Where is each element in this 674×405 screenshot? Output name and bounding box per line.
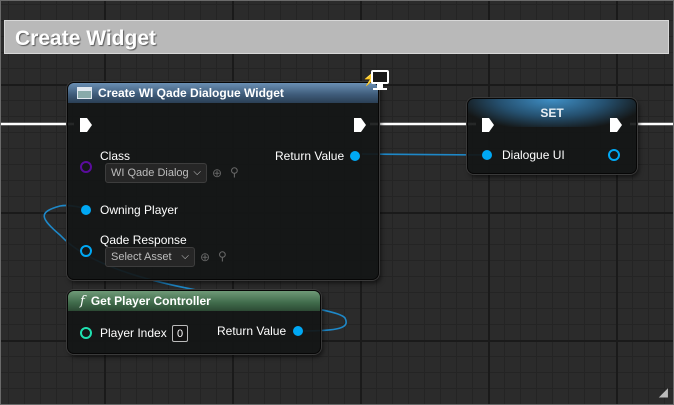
function-icon: f [80,293,85,309]
class-label: Class [100,149,131,163]
dialogue-ui-in-pin[interactable] [482,150,492,160]
get-player-controller-title: Get Player Controller [90,294,211,308]
magnifier-icon[interactable]: ⚲ [218,249,227,263]
magnifier-icon[interactable]: ⚲ [230,165,239,179]
class-dropdown[interactable]: WI Qade Dialog ⌵ [105,163,207,183]
qade-response-dropdown-value: Select Asset [111,251,172,263]
dialogue-ui-label: Dialogue UI [502,148,565,162]
class-dropdown-value: WI Qade Dialog [111,167,189,179]
exec-out-pin[interactable] [354,118,366,132]
return-value-pin[interactable] [350,151,360,161]
create-widget-node[interactable]: Create WI Qade Dialogue Widget Class WI … [67,82,379,280]
get-player-controller-node[interactable]: f Get Player Controller Player Index 0 R… [67,290,321,354]
comment-title: Create Widget [15,27,157,50]
player-index-label: Player Index [100,326,167,340]
monitor-icon: ⚡ [362,68,390,94]
pc-return-value-pin[interactable] [293,326,303,336]
arrow-left-circle-icon[interactable]: ⊕ [212,166,222,180]
return-value-label: Return Value [275,149,345,163]
pc-return-value-label: Return Value [217,324,287,338]
set-exec-in-pin[interactable] [482,118,494,132]
create-widget-node-header[interactable]: Create WI Qade Dialogue Widget [68,83,378,103]
chevron-down-icon: ⌵ [193,167,201,178]
set-node[interactable]: SET Dialogue UI [467,98,637,174]
owning-player-pin[interactable] [81,205,91,215]
player-index-field[interactable]: 0 [172,325,188,342]
arrow-left-circle-icon[interactable]: ⊕ [200,250,210,264]
resize-grip-icon[interactable]: ◢ [659,385,668,399]
set-node-title: SET [540,106,564,120]
dialogue-ui-out-pin[interactable] [608,149,620,161]
chevron-down-icon: ⌵ [181,251,189,262]
qade-response-pin[interactable] [80,245,92,257]
graph-canvas[interactable]: Create Widget Create WI Qade Dialogue Wi… [0,0,674,405]
create-widget-node-title: Create WI Qade Dialogue Widget [98,86,284,100]
get-player-controller-header[interactable]: f Get Player Controller [68,291,320,311]
widget-icon [77,87,92,99]
exec-in-pin[interactable] [80,118,92,132]
player-index-pin[interactable] [80,327,92,339]
qade-response-label: Qade Response [100,233,187,247]
class-pin[interactable] [80,161,92,173]
set-exec-out-pin[interactable] [610,118,622,132]
owning-player-label: Owning Player [100,203,179,217]
qade-response-dropdown[interactable]: Select Asset ⌵ [105,247,195,267]
comment-box-header[interactable]: Create Widget [4,20,669,54]
